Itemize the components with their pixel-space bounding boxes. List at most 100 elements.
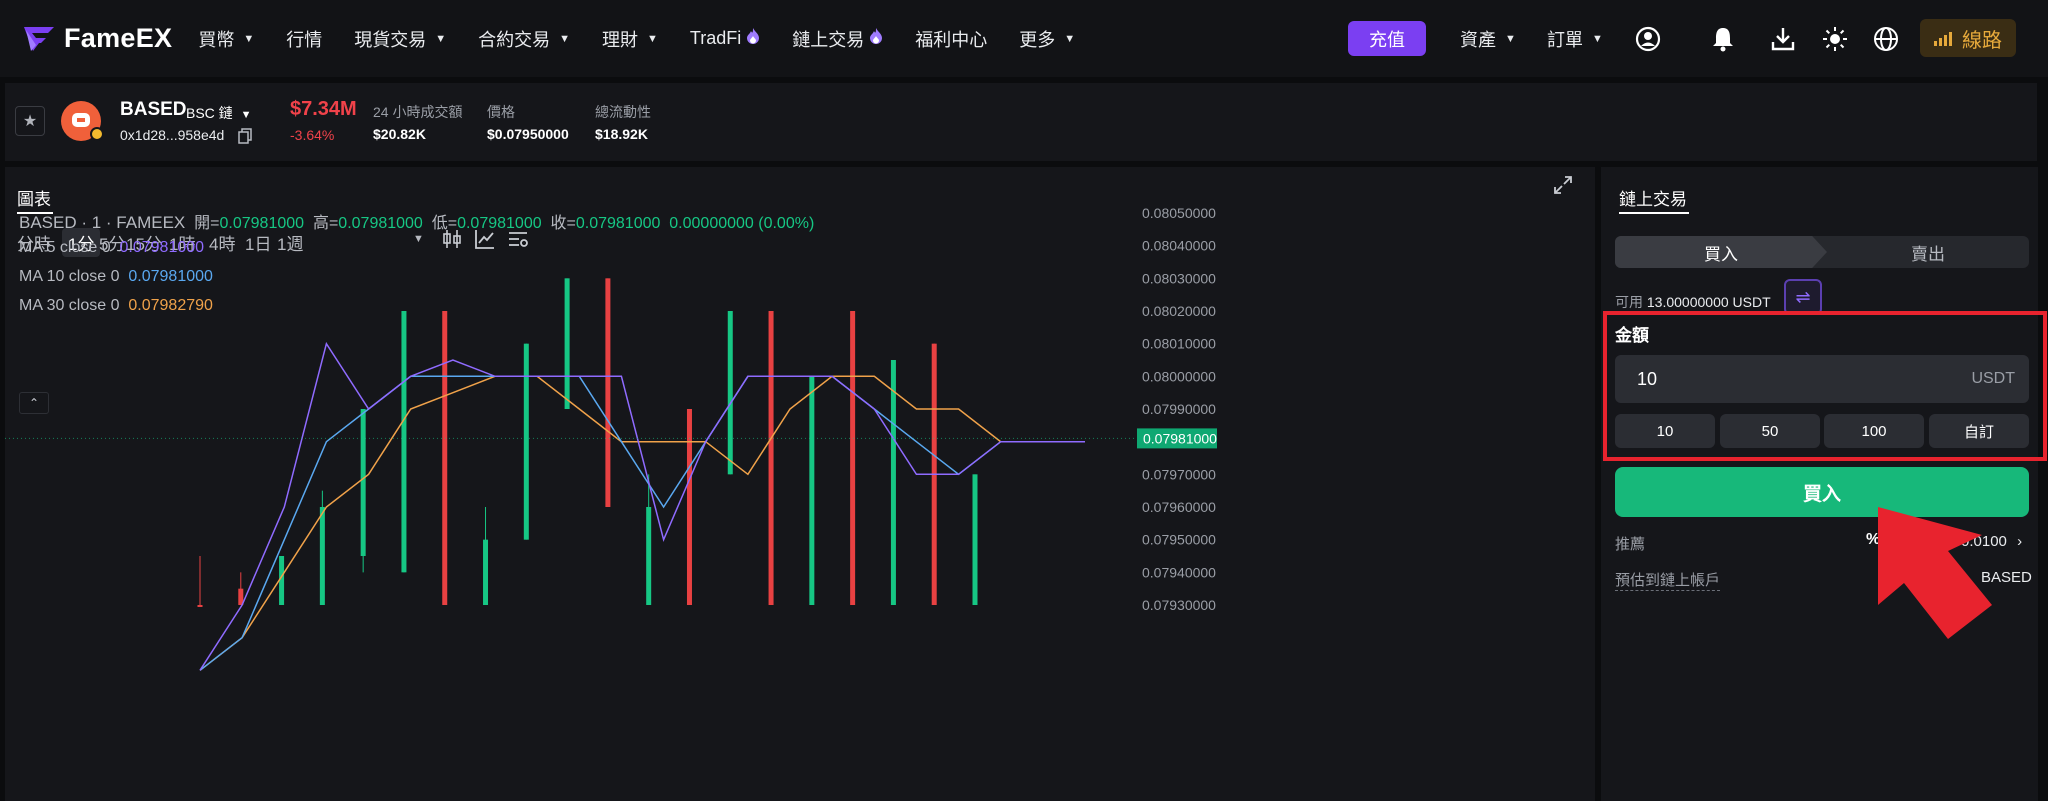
volume-label: 24 小時成交額 [373,104,463,120]
token-chain-label: BSC 鏈 [186,105,233,121]
nav-item-8[interactable]: 更多 ▼ [1019,26,1075,52]
chevron-down-icon: ▼ [647,32,658,45]
y-tick-label: 0.08040000 [1142,238,1216,254]
y-tick-label: 0.07960000 [1142,499,1216,515]
nav-item-5[interactable]: TradFi [690,27,760,50]
bsc-chain-badge-icon [90,127,104,141]
trade-panel: 鏈上交易 買入 賣出 可用 13.00000000 USDT ⇌ 金額 10 U… [1601,167,2038,801]
swap-icon[interactable]: ⇌ [1784,279,1822,315]
nav-item-label: 買幣 [198,29,235,50]
nav-item-label: 行情 [286,29,323,50]
sun-icon[interactable] [1822,26,1848,52]
candle-body [890,360,896,605]
pointer-arrow-icon [1878,507,1992,639]
nav-item-label: 理財 [602,29,639,50]
available-balance: 可用 13.00000000 USDT [1615,292,1771,312]
volume-value: $20.82K [373,126,426,142]
price-label: 價格 [487,104,515,120]
highlight-frame [1603,311,2047,461]
estimate-label: 預估到鏈上帳戶 [1615,569,1721,591]
globe-icon[interactable] [1873,26,1899,52]
nav-item-6[interactable]: 鏈上交易 [792,26,883,52]
nav-item-3[interactable]: 合約交易 ▼ [478,26,570,52]
fire-icon [869,27,883,50]
nav-item-label: 現貨交易 [354,29,427,50]
token-chain-selector[interactable]: BSC 鏈 ▼ [186,103,251,123]
ma30-line [199,375,1085,671]
nav-item-label: 福利中心 [915,29,988,50]
nav-item-1[interactable]: 行情 [286,26,322,52]
liquidity-value: $18.92K [595,126,648,142]
nav-item-label: 合約交易 [478,29,551,50]
nav-item-label: 鏈上交易 [792,29,865,50]
candle-body [483,539,489,605]
deposit-button[interactable]: 充值 [1348,21,1426,56]
chevron-down-icon: ▼ [435,32,447,45]
fameex-logo[interactable]: FameEX [22,23,172,54]
buy-tab[interactable]: 買入 [1615,236,1827,268]
nav-item-2[interactable]: 現貨交易 ▼ [354,26,446,52]
candle-body [401,311,407,573]
slippage-label: 推薦 [1615,536,1646,553]
candle-body [850,311,856,605]
orders-menu[interactable]: 訂單 ▼ [1547,26,1603,52]
chevron-down-icon: ▼ [1592,33,1603,45]
candle-body [768,311,774,605]
fameex-logo-icon [24,26,54,51]
chevron-down-icon: ▼ [1064,32,1076,45]
sell-tab[interactable]: 賣出 [1827,236,2029,268]
chevron-down-icon: ▼ [243,32,255,45]
last-price-label: 0.07981000 [1143,430,1217,446]
candle-body [809,376,815,605]
y-tick-label: 0.08050000 [1142,205,1216,221]
y-tick-label: 0.07930000 [1142,597,1216,613]
y-tick-label: 0.07940000 [1142,564,1216,580]
price-value: $0.07950000 [487,126,569,142]
chevron-down-icon: ▼ [559,32,571,45]
assets-label: 資產 [1460,30,1496,50]
user-icon[interactable] [1635,26,1661,52]
ma5-line [199,341,1085,671]
candle-body [523,343,529,540]
nav-item-0[interactable]: 買幣 ▼ [198,26,254,52]
chart-panel: 圖表 分時 1分 5分 15分 1時 4時 1日 1週 ▼ BASED · 1 · FAMEE… [5,167,1595,801]
copy-icon[interactable] [238,128,252,149]
nav-item-7[interactable]: 福利中心 [915,26,987,52]
chevron-down-icon: ▼ [1505,33,1516,45]
y-tick-label: 0.08010000 [1142,336,1216,352]
y-tick-label: 0.08000000 [1142,368,1216,384]
available-label: 可用 [1615,294,1643,310]
market-cap: $7.34M [290,98,357,120]
main-menu: 買幣 ▼ 行情 現貨交易 ▼ 合約交易 ▼ 理財 ▼ TradFi 鏈上交易 福利中心 更多 ▼ [198,26,1107,52]
bell-icon[interactable] [1710,26,1736,52]
line-label: 線路 [1962,29,2002,52]
candle-body [646,507,652,605]
download-icon[interactable] [1770,26,1796,52]
assets-menu[interactable]: 資產 ▼ [1460,26,1516,52]
y-tick-label: 0.08020000 [1142,303,1216,319]
available-value: 13.00000000 USDT [1646,294,1771,310]
token-address: 0x1d28...958e4d [120,127,225,143]
brand-name: FameEX [64,23,173,53]
chevron-down-icon: ▼ [240,109,252,121]
nav-item-4[interactable]: 理財 ▼ [602,26,658,52]
fire-icon [746,27,760,50]
y-tick-label: 0.07990000 [1142,401,1216,417]
y-tick-label: 0.08030000 [1142,270,1216,286]
buy-sell-toggle: 買入 賣出 [1615,236,2029,268]
candle-body [564,278,570,409]
top-navigation: FameEX 買幣 ▼ 行情 現貨交易 ▼ 合約交易 ▼ 理財 ▼ TradFi 鏈上交易 福利中心 更… [0,0,2048,77]
signal-icon [1934,32,1952,46]
tab-onchain-trade[interactable]: 鏈上交易 [1619,185,1687,210]
candle-body [319,507,325,605]
ma10-line [199,375,1085,671]
token-header: ★ BASED BSC 鏈 ▼ 0x1d28...958e4d $7.34M -… [5,83,2037,161]
candle-body [972,474,978,605]
price-chart[interactable]: 0.08050000 0.08040000 0.08030000 0.08020000… [5,167,1595,801]
line-button[interactable]: 線路 [1920,19,2016,57]
favorite-star-icon[interactable]: ★ [15,106,45,136]
candle-body [197,605,203,607]
chevron-right-icon: › [2017,533,2023,550]
orders-label: 訂單 [1547,30,1583,50]
liquidity-label: 總流動性 [595,104,651,120]
